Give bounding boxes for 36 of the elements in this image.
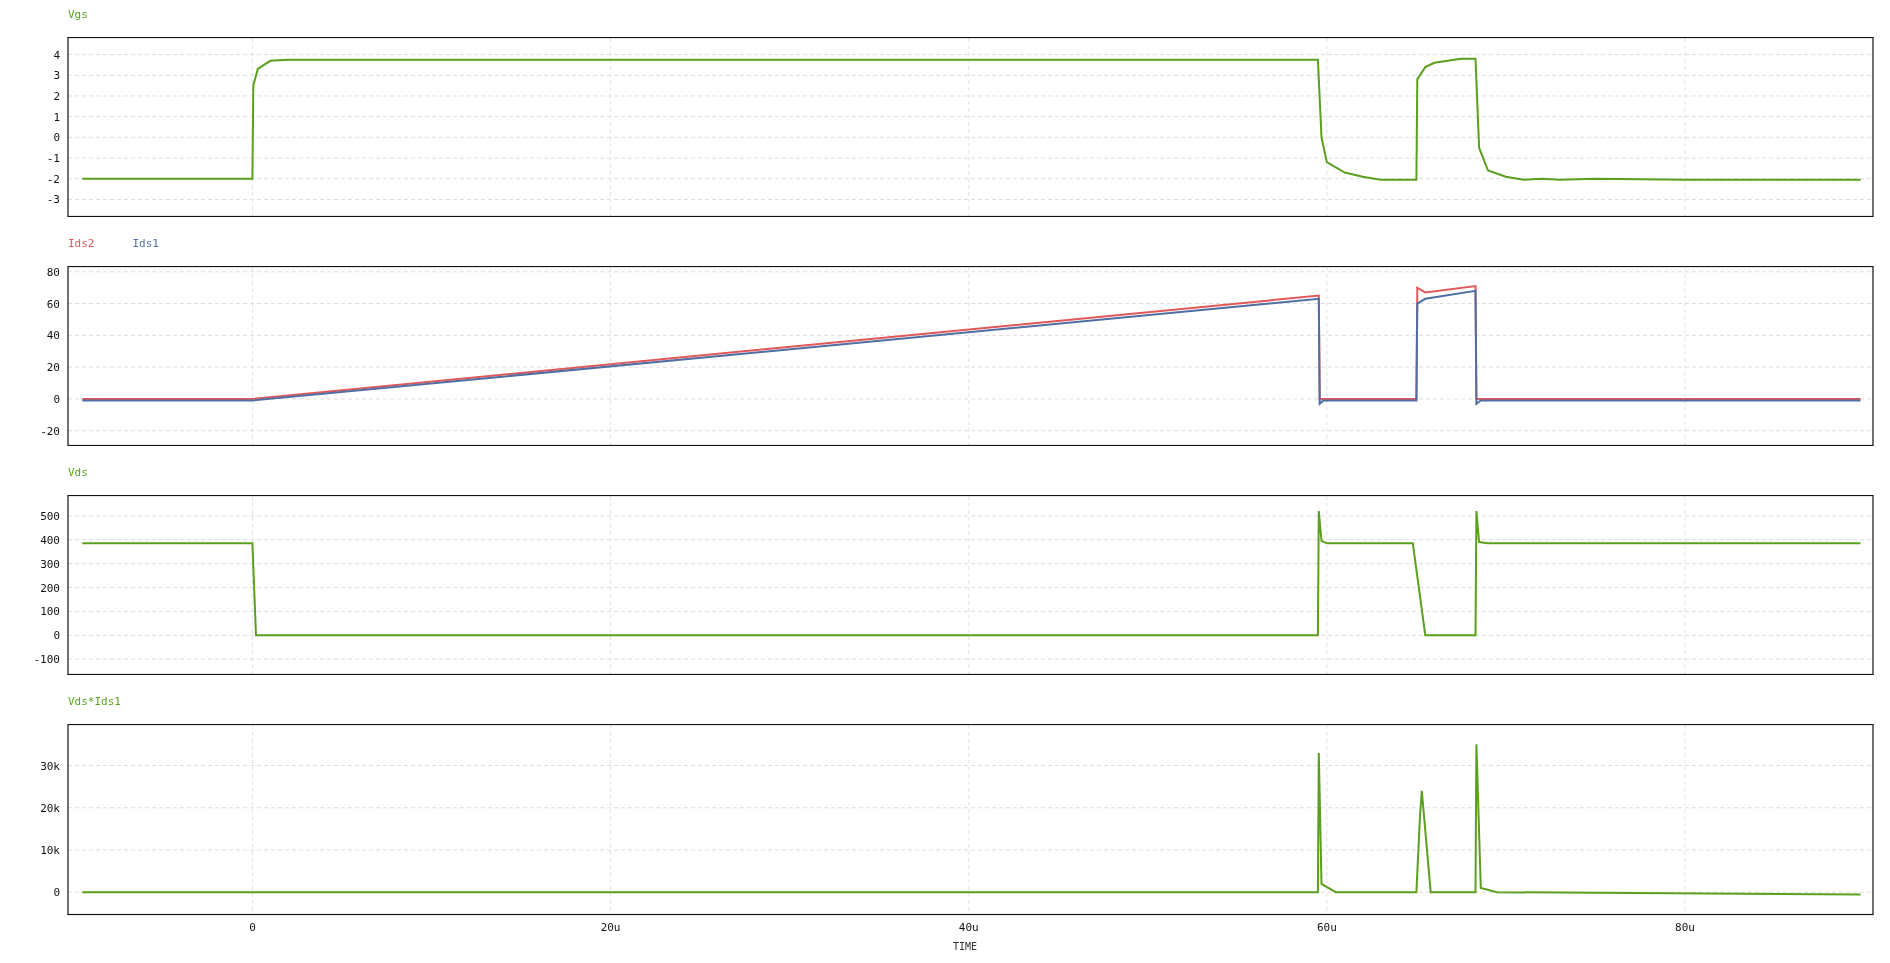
axis-tick-label: 0 <box>53 886 60 900</box>
legend-label: Vds <box>68 466 88 480</box>
axis-tick-label: 80 <box>46 266 60 279</box>
axis-tick-label: -20 <box>40 424 60 438</box>
legend-label: Vgs <box>68 8 88 22</box>
axis-tick-label: 0 <box>53 131 60 145</box>
axis-tick-label: -2 <box>46 172 60 186</box>
axis-tick-label: 1 <box>53 110 60 124</box>
axis-tick-label: 4 <box>53 48 60 62</box>
axis-tick-label: 60u <box>1316 921 1337 934</box>
axis-tick-label: 400 <box>40 533 60 547</box>
axis-tick-label: 0 <box>249 921 256 934</box>
axis-tick-label: 20u <box>600 921 621 934</box>
axis-tick-label: 20 <box>46 361 60 375</box>
axis-tick-label: -1 <box>46 152 60 166</box>
axis-tick-label: 0 <box>53 392 60 406</box>
axis-tick-label: 40u <box>958 921 979 934</box>
axis-tick-label: 200 <box>40 581 60 595</box>
axis-tick-label: 30k <box>40 759 60 773</box>
axis-tick-label: 500 <box>40 509 60 523</box>
axis-tick-label: -100 <box>33 653 60 667</box>
axis-tick-label: 300 <box>40 557 60 571</box>
axis-tick-label: 40 <box>46 329 60 343</box>
axis-tick-label: 60 <box>46 297 60 311</box>
legend-label: Ids2 <box>68 237 95 251</box>
axis-tick-label: 20k <box>40 801 60 815</box>
axis-tick-label: -3 <box>46 193 60 207</box>
axis-tick-label: 100 <box>40 605 60 619</box>
axis-tick-label: 2 <box>53 89 60 103</box>
axis-tick-label: 3 <box>53 69 60 83</box>
legend-label: Vds*Ids1 <box>68 695 121 709</box>
axis-tick-label: 0 <box>53 629 60 643</box>
axis-title: TIME <box>952 941 978 952</box>
axis-tick-label: 80u <box>1675 921 1695 934</box>
axis-tick-label: 10k <box>40 844 60 857</box>
legend-label: Ids1 <box>132 237 159 251</box>
